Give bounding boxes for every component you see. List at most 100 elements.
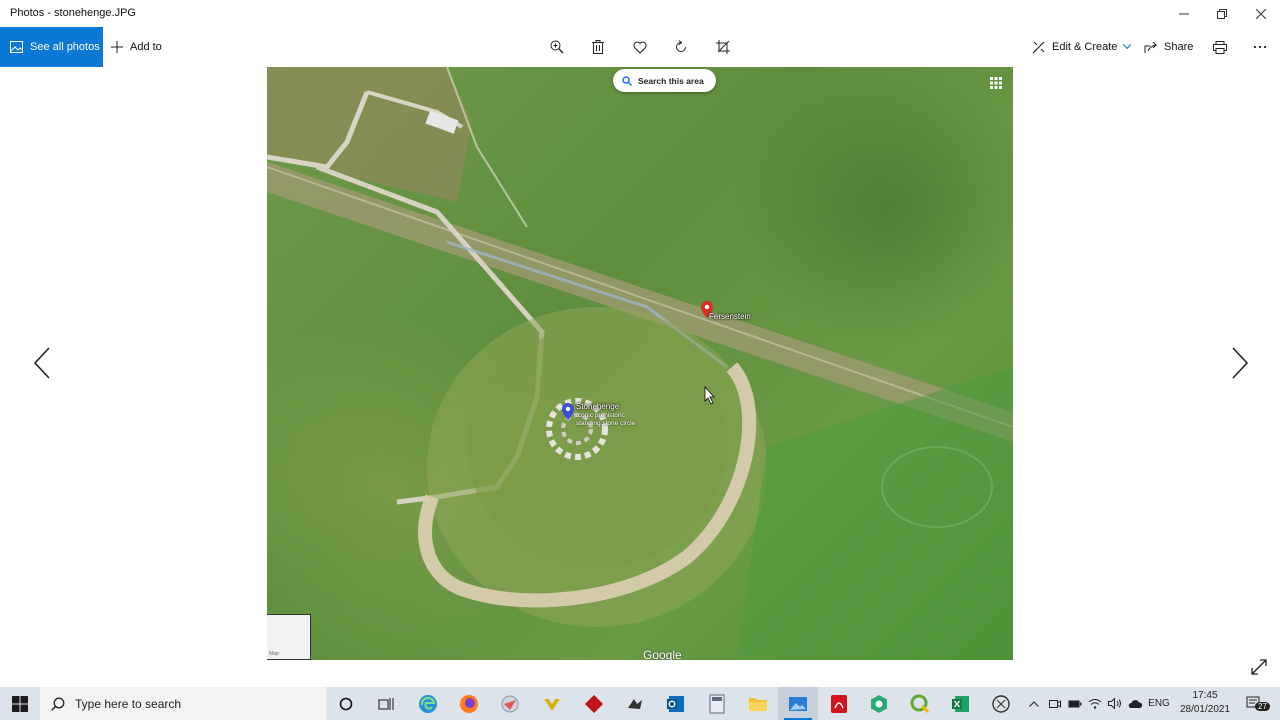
next-photo-button[interactable] bbox=[1228, 345, 1252, 381]
start-button[interactable] bbox=[0, 687, 40, 720]
clock-date: 28/01/2021 bbox=[1179, 704, 1231, 715]
window-title: Photos - stonehenge.JPG bbox=[10, 7, 136, 19]
taskbar-calculator[interactable] bbox=[697, 687, 737, 720]
zoom-icon bbox=[550, 40, 564, 54]
share-icon bbox=[1144, 41, 1158, 53]
minimize-icon bbox=[1179, 13, 1189, 14]
favorite-button[interactable] bbox=[630, 37, 650, 57]
print-button[interactable] bbox=[1210, 37, 1230, 57]
taskbar-search-box[interactable]: Type here to search bbox=[40, 687, 326, 720]
taskbar-qgis[interactable] bbox=[900, 687, 940, 720]
aerial-map-image bbox=[267, 67, 1013, 660]
toolbar: See all photos Add to Edit & Create Shar… bbox=[0, 27, 1280, 67]
edit-create-icon bbox=[1032, 41, 1045, 54]
google-attribution: Google bbox=[643, 648, 682, 660]
taskbar-photos[interactable] bbox=[778, 687, 818, 720]
taskbar-app-13[interactable] bbox=[859, 687, 899, 720]
cloud-icon bbox=[1128, 699, 1142, 708]
app-icon bbox=[628, 698, 642, 709]
search-this-area-button[interactable]: Search this area bbox=[613, 69, 716, 92]
taskbar-search-placeholder: Type here to search bbox=[75, 696, 182, 711]
taskbar-app-4[interactable] bbox=[532, 687, 572, 720]
acrobat-icon bbox=[831, 694, 847, 713]
tray-onedrive[interactable] bbox=[1126, 687, 1144, 720]
map-type-thumbnail[interactable]: Map bbox=[267, 614, 311, 660]
taskbar-app-5[interactable] bbox=[574, 687, 614, 720]
close-button[interactable] bbox=[1242, 0, 1280, 27]
wifi-icon bbox=[1088, 699, 1102, 709]
chevron-right-icon bbox=[1232, 347, 1249, 379]
search-this-area-label: Search this area bbox=[638, 75, 704, 86]
outlook-icon bbox=[667, 695, 684, 712]
map-type-label: Map bbox=[269, 651, 279, 657]
add-to-button[interactable]: Add to bbox=[111, 27, 162, 67]
crop-icon bbox=[716, 40, 730, 54]
app-icon bbox=[585, 694, 603, 713]
edge-icon bbox=[419, 694, 437, 713]
see-all-photos-button[interactable]: See all photos bbox=[0, 27, 103, 67]
taskbar-clock[interactable]: 17:45 28/01/2021 bbox=[1176, 689, 1234, 717]
taskbar-outlook[interactable] bbox=[656, 687, 696, 720]
photo-viewer-image[interactable]: Search this area Fersenstein Stonehenge … bbox=[267, 67, 1013, 660]
cortana-button[interactable] bbox=[326, 687, 366, 720]
qgis-icon bbox=[910, 694, 930, 713]
heart-icon bbox=[633, 41, 647, 54]
expand-icon bbox=[1251, 659, 1267, 675]
tray-meet-now[interactable] bbox=[1046, 687, 1064, 720]
title-bar: Photos - stonehenge.JPG bbox=[0, 0, 1280, 27]
clock-time: 17:45 bbox=[1192, 690, 1218, 701]
show-hidden-icons-button[interactable] bbox=[1026, 687, 1042, 720]
search-icon bbox=[51, 697, 65, 711]
restore-icon bbox=[1217, 8, 1227, 19]
chevron-up-icon bbox=[1029, 700, 1039, 707]
taskbar-excel[interactable] bbox=[941, 687, 981, 720]
more-icon bbox=[1253, 45, 1267, 49]
map-label-fersenstein: Fersenstein bbox=[709, 312, 751, 321]
notifications-count-badge: 27 bbox=[1255, 702, 1270, 711]
app-icon bbox=[992, 694, 1010, 713]
taskbar-app-3[interactable] bbox=[490, 687, 530, 720]
share-button[interactable]: Share bbox=[1144, 27, 1193, 67]
previous-photo-button[interactable] bbox=[30, 345, 54, 381]
map-label-stonehenge: Stonehenge bbox=[576, 402, 620, 411]
minimize-button[interactable] bbox=[1165, 0, 1203, 27]
calculator-icon bbox=[709, 694, 725, 713]
chevron-left-icon bbox=[33, 347, 50, 379]
action-center-button[interactable]: 27 bbox=[1240, 687, 1270, 720]
edit-create-button[interactable]: Edit & Create bbox=[1032, 27, 1132, 67]
crop-button[interactable] bbox=[713, 37, 733, 57]
fullscreen-button[interactable] bbox=[1250, 658, 1270, 678]
taskbar-app-6[interactable] bbox=[615, 687, 655, 720]
photos-icon bbox=[10, 41, 23, 53]
photos-icon bbox=[789, 696, 807, 711]
zoom-button[interactable] bbox=[547, 37, 567, 57]
map-sublabel-1: Iconic prehistoric bbox=[576, 412, 625, 419]
taskbar: Type here to search ENG 17:45 28/01/2021… bbox=[0, 687, 1280, 720]
firefox-icon bbox=[460, 694, 478, 713]
taskbar-edge[interactable] bbox=[408, 687, 448, 720]
edit-create-label: Edit & Create bbox=[1052, 41, 1118, 53]
search-icon bbox=[622, 75, 632, 86]
app-icon bbox=[871, 694, 887, 713]
folder-icon bbox=[749, 697, 767, 711]
tray-language[interactable]: ENG bbox=[1146, 687, 1172, 720]
apps-grid-icon[interactable] bbox=[989, 76, 1003, 90]
rotate-button[interactable] bbox=[671, 37, 691, 57]
plus-icon bbox=[111, 41, 123, 53]
more-options-button[interactable] bbox=[1250, 37, 1270, 57]
taskbar-file-explorer[interactable] bbox=[738, 687, 778, 720]
language-label: ENG bbox=[1148, 698, 1170, 709]
taskbar-acrobat[interactable] bbox=[819, 687, 859, 720]
restore-button[interactable] bbox=[1203, 0, 1241, 27]
chevron-down-icon bbox=[1123, 44, 1132, 50]
tray-wifi[interactable] bbox=[1086, 687, 1104, 720]
delete-button[interactable] bbox=[588, 37, 608, 57]
trash-icon bbox=[592, 40, 604, 54]
tray-volume[interactable] bbox=[1106, 687, 1124, 720]
rotate-icon bbox=[676, 40, 686, 52]
excel-icon bbox=[952, 695, 969, 712]
tray-battery[interactable] bbox=[1066, 687, 1084, 720]
taskbar-firefox[interactable] bbox=[449, 687, 489, 720]
taskbar-app-16[interactable] bbox=[981, 687, 1021, 720]
task-view-button[interactable] bbox=[366, 687, 406, 720]
